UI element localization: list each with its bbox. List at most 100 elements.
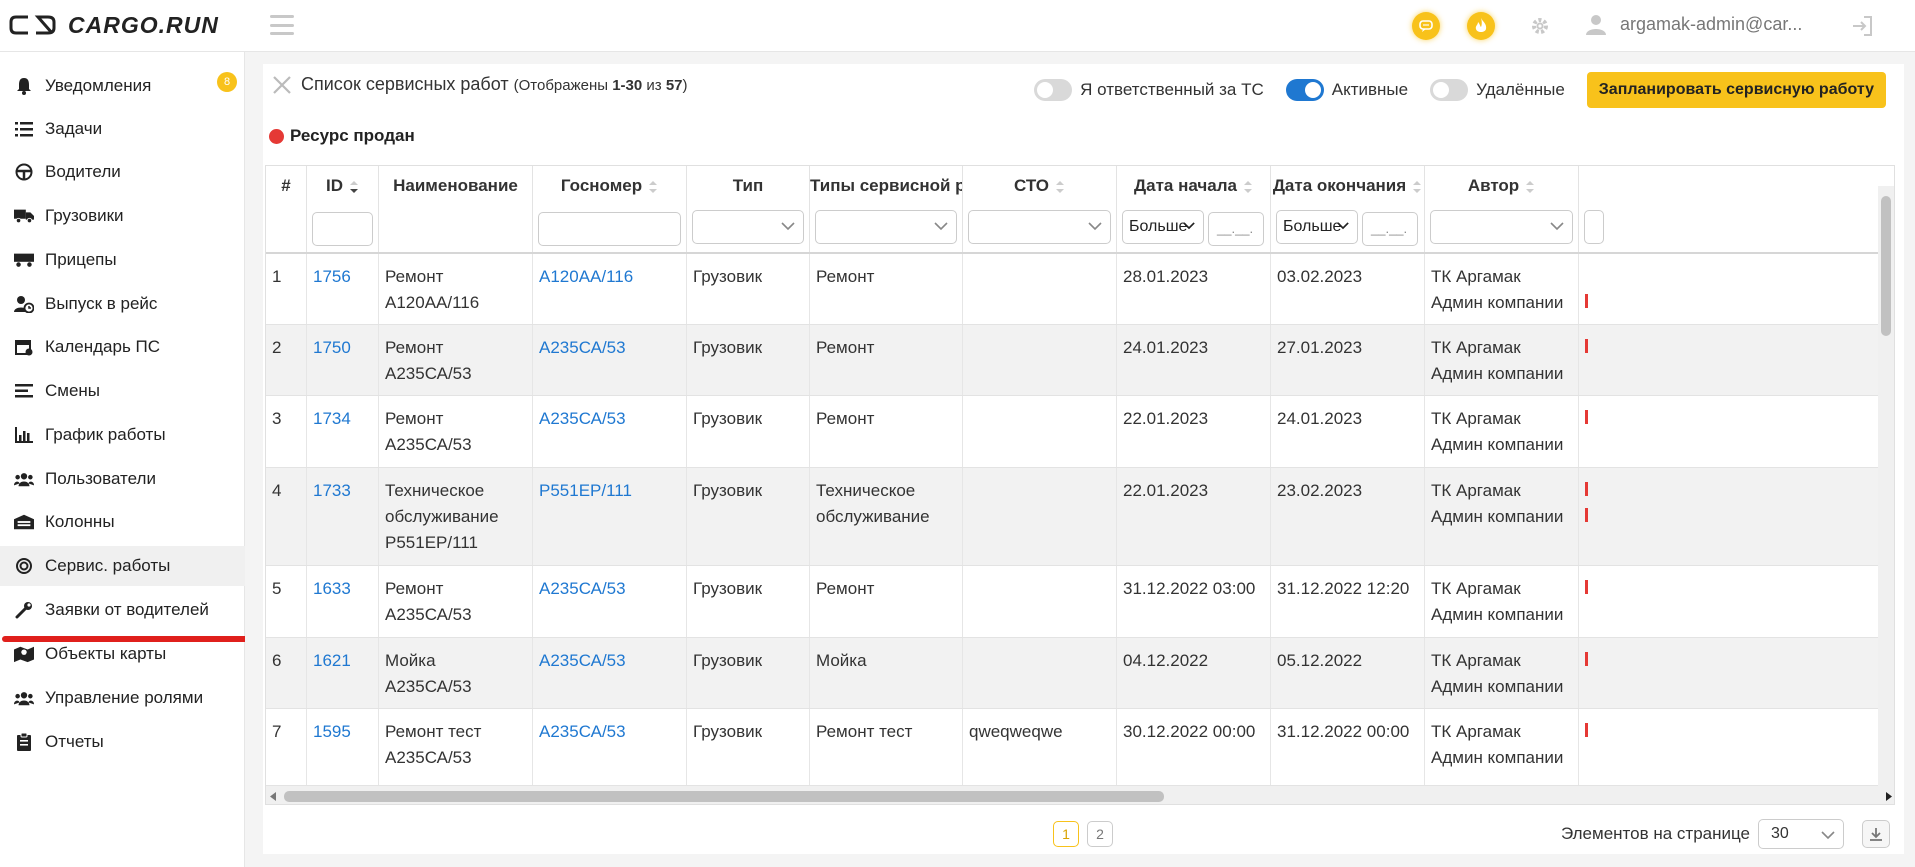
vertical-scroll-thumb[interactable] [1881,196,1891,336]
sidebar-item-driver-requests[interactable]: Заявки от водителей [0,590,245,630]
column-header-plate[interactable]: Госномер [533,166,687,252]
sidebar-item-columns[interactable]: Колонны [0,502,245,542]
chat-icon[interactable] [1412,12,1440,40]
scroll-left-icon[interactable] [270,792,277,801]
cell-number: 3 [266,396,307,467]
column-label: Дата начала [1134,176,1237,195]
switch-on[interactable] [1285,79,1324,101]
sidebar-item-reports[interactable]: Отчеты [0,722,245,762]
sidebar-item-service-works[interactable]: Сервис. работы [0,546,245,586]
end-date-operator-select[interactable]: Больше [1276,210,1358,244]
plate-link[interactable]: А235СА/53 [539,579,626,598]
sidebar-item-tasks[interactable]: Задачи [0,109,245,149]
sidebar-item-roles[interactable]: Управление ролями [0,678,245,718]
logout-icon[interactable] [1850,15,1874,42]
id-filter-input[interactable] [312,212,373,246]
id-link[interactable]: 1734 [313,409,351,428]
sidebar-item-notifications[interactable]: Уведомления 8 [0,66,245,106]
author-filter-select[interactable] [1430,210,1573,244]
overflow-filter-select[interactable] [1584,210,1604,244]
fire-icon[interactable] [1467,12,1495,40]
plate-link[interactable]: А235СА/53 [539,722,626,741]
shifts-icon [14,381,34,401]
start-date-operator-select[interactable]: Больше [1122,210,1204,244]
column-header-end-date[interactable]: Дата окончания Больше __.__. [1271,166,1425,252]
cell-sto: qweqweqwe [963,709,1117,785]
settings-gear-icon[interactable] [1526,12,1554,40]
sidebar-item-drivers[interactable]: Водители [0,152,245,192]
sidebar-item-trucks[interactable]: Грузовики [0,196,245,236]
table-row[interactable]: 3 1734 Ремонт А235СА/53 А235СА/53 Грузов… [266,396,1894,468]
sidebar-item-calendar[interactable]: Календарь ПС [0,327,245,367]
column-header-start-date[interactable]: Дата начала Больше __.__. [1117,166,1271,252]
id-link[interactable]: 1633 [313,579,351,598]
end-date-input[interactable]: __.__. [1362,212,1418,246]
sidebar-item-work-schedule[interactable]: График работы [0,415,245,455]
cell-end-date: 27.01.2023 [1271,325,1425,395]
toggle-active[interactable]: Активные [1285,79,1409,101]
service-type-filter-select[interactable] [815,210,957,244]
sort-icon[interactable] [1243,180,1253,194]
sidebar-item-trip-release[interactable]: Выпуск в рейс [0,284,245,324]
column-header-author[interactable]: Автор [1425,166,1579,252]
toggle-deleted[interactable]: Удалённые [1430,79,1565,101]
sidebar-item-trailers[interactable]: Прицепы [0,240,245,280]
chevron-down-icon [1550,222,1564,231]
plate-link[interactable]: А120АА/116 [539,267,633,286]
table-row[interactable]: 6 1621 Мойка А235СА/53 А235СА/53 Грузови… [266,638,1894,709]
column-header-id[interactable]: ID [307,166,379,252]
plate-filter-input[interactable] [538,212,681,246]
table-row[interactable]: 7 1595 Ремонт тест А235СА/53 А235СА/53 Г… [266,709,1894,786]
menu-toggle-icon[interactable] [270,15,294,35]
cell-end-date: 03.02.2023 [1271,254,1425,324]
table-row[interactable]: 5 1633 Ремонт А235СА/53 А235СА/53 Грузов… [266,566,1894,638]
start-date-input[interactable]: __.__. [1208,212,1264,246]
brand-name: CARGO.RUN [68,11,219,38]
download-button[interactable] [1862,820,1890,848]
sort-icon[interactable] [1055,180,1065,194]
sidebar-item-shifts[interactable]: Смены [0,371,245,411]
page-button-1[interactable]: 1 [1053,821,1079,847]
user-menu[interactable]: argamak-admin@car... [1584,12,1802,36]
table-row[interactable]: 2 1750 Ремонт А235СА/53 А235СА/53 Грузов… [266,325,1894,396]
toggle-responsible[interactable]: Я ответственный за ТС [1034,79,1264,101]
id-link[interactable]: 1595 [313,722,351,741]
toggle-label: Активные [1331,80,1409,99]
shown-total: 57 [665,77,683,94]
id-link[interactable]: 1621 [313,651,351,670]
cell-end-date: 31.12.2022 00:00 [1271,709,1425,785]
horizontal-scrollbar[interactable] [266,786,1894,804]
cell-author: ТК Аргамак Админ компании [1425,325,1579,395]
plan-service-work-button[interactable]: Запланировать сервисную работу [1586,72,1886,108]
scroll-right-icon[interactable] [1885,792,1892,801]
switch-off[interactable] [1430,79,1469,101]
table-row[interactable]: 4 1733 Техническое обслуживание Р551ЕР/1… [266,468,1894,566]
sto-filter-select[interactable] [968,210,1111,244]
page-button-2[interactable]: 2 [1087,821,1113,847]
user-avatar-icon [1586,15,1606,35]
column-header-sto[interactable]: СТО [963,166,1117,252]
id-link[interactable]: 1756 [313,267,351,286]
sort-icon[interactable] [1412,180,1422,194]
logo[interactable]: CARGO.RUN [8,10,219,40]
close-icon[interactable] [271,74,293,96]
plate-link[interactable]: А235СА/53 [539,338,626,357]
sort-desc-icon[interactable] [349,180,359,194]
horizontal-scroll-thumb[interactable] [284,791,1164,802]
per-page-select[interactable]: 30 [1758,819,1844,849]
sort-icon[interactable] [1525,180,1535,194]
table-row[interactable]: 1 1756 Ремонт А120АА/116 А120АА/116 Груз… [266,254,1894,325]
main-content: Список сервисных работ (Отображены 1-30 … [245,52,1915,867]
plate-link[interactable]: А235СА/53 [539,409,626,428]
id-link[interactable]: 1733 [313,481,351,500]
switch-off[interactable] [1034,79,1073,101]
top-bar: CARGO.RUN argamak-admin@car... [0,0,1915,52]
id-link[interactable]: 1750 [313,338,351,357]
vertical-scrollbar[interactable] [1878,186,1894,786]
plate-link[interactable]: А235СА/53 [539,651,626,670]
sidebar-item-label: График работы [45,425,166,444]
sort-icon[interactable] [648,180,658,194]
sidebar-item-users[interactable]: Пользователи [0,459,245,499]
plate-link[interactable]: Р551ЕР/111 [539,481,632,500]
type-filter-select[interactable] [692,210,804,244]
